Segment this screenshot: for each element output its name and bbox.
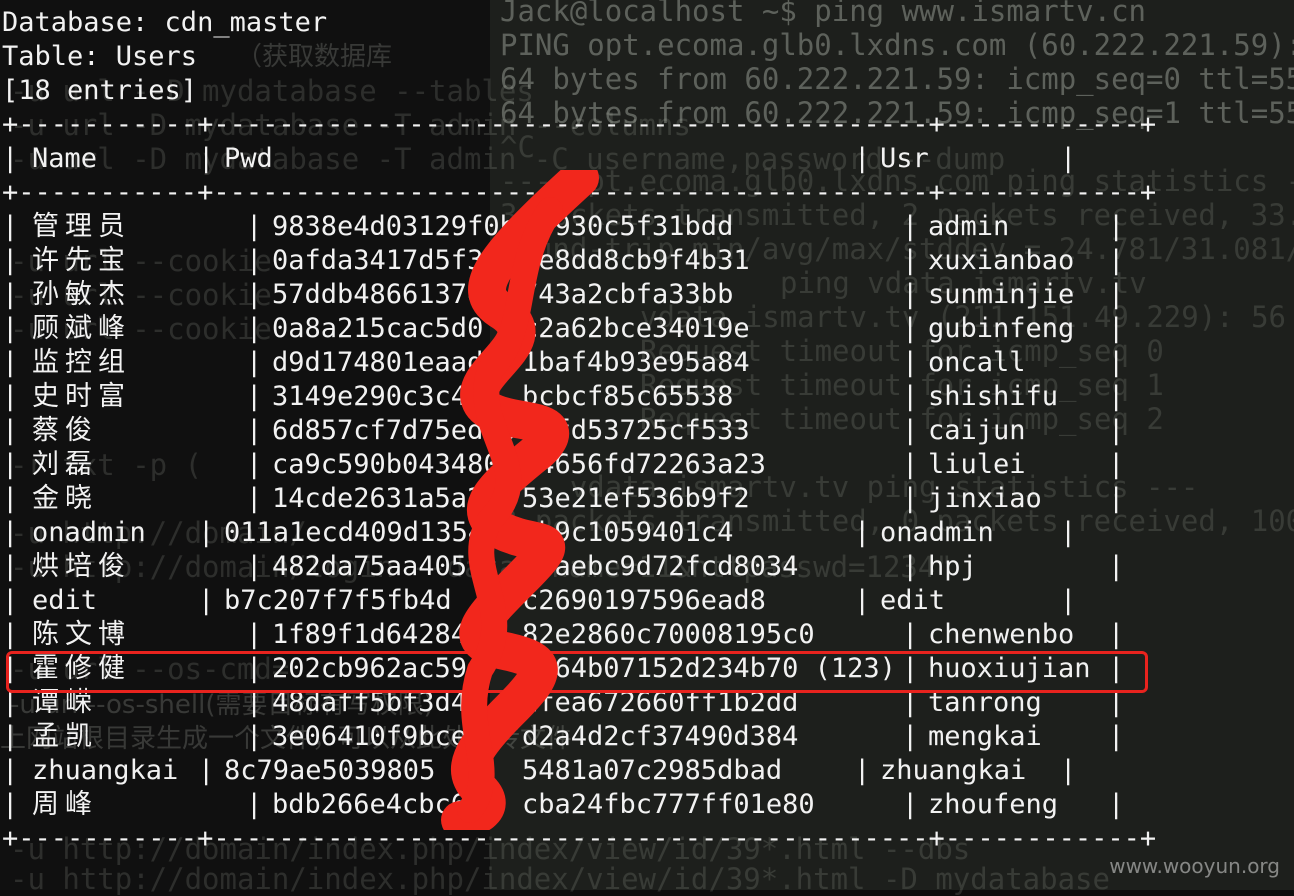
table-row: | 史时富 | 3149e290c3c4c bcbcf85c65538 | shishifu… xyxy=(2,381,1125,412)
table-header-row: | Name | Pwd | Usr | xyxy=(2,143,1077,174)
cell-pwd-right: c2a62bce34019e xyxy=(522,313,750,344)
cell-name: 史时富 xyxy=(32,381,131,412)
column-header-usr: Usr xyxy=(880,143,929,174)
cell-pwd-right: 743a2cbfa33bb xyxy=(522,279,734,310)
cell-pwd-right: d2a4d2cf37490d384 xyxy=(522,721,799,752)
cell-pwd-left: 482da75aa405 xyxy=(272,551,468,582)
cell-pwd-right: 9b9c1059401c4 xyxy=(522,517,734,548)
cell-pwd-left: 14cde2631a5a21 xyxy=(272,483,500,514)
cell-name: zhuangkai xyxy=(32,755,179,786)
cell-pwd-left: 011a1ecd409d1354 xyxy=(224,517,485,548)
cell-pwd-right: e6aebc9d72fcd8034 xyxy=(522,551,799,582)
cell-usr: jinxiao xyxy=(928,483,1042,514)
cell-usr: mengkai xyxy=(928,721,1042,752)
table-row: | onadmin | 011a1ecd409d1354 9b9c1059401c4 | o… xyxy=(2,517,1077,548)
cell-pwd-left: 0a8a215cac5d0 xyxy=(272,313,484,344)
table-row: | 刘磊 | ca9c590b043480 34656fd72263a23 | liulei… xyxy=(2,449,1125,480)
cell-pwd-right: 34656fd72263a23 xyxy=(522,449,766,480)
wooyun-watermark: www.wooyun.org xyxy=(1109,854,1280,878)
table-row: | edit | b7c207f7f5fb4d c2690197596ead8 | edit… xyxy=(2,585,1077,616)
cell-usr: gubinfeng xyxy=(928,313,1075,344)
table-line: Table: Users xyxy=(2,41,198,72)
cell-usr: zhoufeng xyxy=(928,789,1059,820)
cell-pwd-left: 1f89f1d64284 xyxy=(272,619,468,650)
cell-name: 金晓 xyxy=(32,483,98,514)
table-row: | 烘培俊 | 482da75aa405 e6aebc9d72fcd8034 | hpj | xyxy=(2,551,1125,582)
cell-pwd-right: bb930c5f31bdd xyxy=(522,211,734,242)
table-row: | 许先宝 | 0afda3417d5f30 8e8dd8cb9f4b31 | xuxian… xyxy=(2,245,1125,276)
cell-name: 烘培俊 xyxy=(32,551,131,582)
cell-pwd-left: 6d857cf7d75edd8 xyxy=(272,415,516,446)
cell-pwd-right: c2690197596ead8 xyxy=(522,585,766,616)
cell-usr: shishifu xyxy=(928,381,1059,412)
table-border-top: +-----------+---------------------------… xyxy=(2,109,1157,140)
bg-doc-title: （获取数据库 xyxy=(236,42,393,72)
cell-pwd-right: bcbcf85c65538 xyxy=(522,381,734,412)
highlighted-row-box xyxy=(6,651,1148,693)
cell-usr: admin xyxy=(928,211,1010,242)
cell-usr: chenwenbo xyxy=(928,619,1075,650)
table-row: | 监控组 | d9d174801eaad 1baf4b93e95a84 | oncall | xyxy=(2,347,1125,378)
table-row: | 蔡俊 | 6d857cf7d75edd8 eefd53725cf533 | caijun… xyxy=(2,415,1125,446)
cell-name: 管理员 xyxy=(32,211,131,242)
cell-pwd-right: 82e2860c70008195c0 xyxy=(522,619,815,650)
cell-usr: oncall xyxy=(928,347,1026,378)
cell-name: 孟凯 xyxy=(32,721,98,752)
cell-usr: caijun xyxy=(928,415,1026,446)
table-row: | 孟凯 | 3e06410f9bce d2a4d2cf37490d384 | mengka… xyxy=(2,721,1125,752)
cell-name: 孙敏杰 xyxy=(32,279,131,310)
cell-pwd-right: 1baf4b93e95a84 xyxy=(522,347,750,378)
bg-prompt: Jack@localhost ~$ ping www.ismartv.cn xyxy=(500,0,1147,28)
cell-pwd-right: cba24fbc777ff01e80 xyxy=(522,789,815,820)
cell-pwd-left: bdb266e4cbc6 xyxy=(272,789,468,820)
cell-pwd-left: b7c207f7f5fb4d xyxy=(224,585,452,616)
cell-name: onadmin xyxy=(32,517,146,548)
cell-pwd-left: 3149e290c3c4c xyxy=(272,381,484,412)
table-border-bottom: +-----------+---------------------------… xyxy=(2,823,1157,854)
cell-pwd-left: 3e06410f9bce xyxy=(272,721,468,752)
cell-usr: zhuangkai xyxy=(880,755,1027,786)
cell-name: 刘磊 xyxy=(32,449,98,480)
column-header-pwd: Pwd xyxy=(224,143,273,174)
cell-pwd-right: 53e21ef536b9f2 xyxy=(522,483,750,514)
table-row: | zhuangkai | 8c79ae5039805 5481a07c2985dbad… xyxy=(2,755,1077,786)
cell-pwd-left: d9d174801eaad xyxy=(272,347,484,378)
cell-name: 陈文博 xyxy=(32,619,131,650)
bg-reply-1: 64 bytes from 60.222.221.59: icmp_seq=0 … xyxy=(500,62,1294,96)
cell-pwd-left: 8c79ae5039805 xyxy=(224,755,436,786)
cell-pwd-left: 0afda3417d5f30 xyxy=(272,245,500,276)
cell-name: 监控组 xyxy=(32,347,131,378)
cell-pwd-left: 9838e4d03129f0b xyxy=(272,211,516,242)
cell-usr: sunminjie xyxy=(928,279,1075,310)
table-row: | 周峰 | bdb266e4cbc6 cba24fbc777ff01e80 | zhouf… xyxy=(2,789,1125,820)
cell-usr: liulei xyxy=(928,449,1026,480)
cell-pwd-left: 57ddb4866137d xyxy=(272,279,484,310)
bg-cmd-11: -u http://domain/index.php/index/view/id… xyxy=(10,862,1110,896)
table-row: | 管理员 | 9838e4d03129f0b bb930c5f31bdd | admin | xyxy=(2,211,1125,242)
cell-name: 许先宝 xyxy=(32,245,131,276)
database-line: Database: cdn_master xyxy=(2,7,328,38)
bg-ping-line: PING opt.ecoma.glb0.lxdns.com (60.222.22… xyxy=(500,28,1294,62)
cell-usr: onadmin xyxy=(880,517,994,548)
table-row: | 陈文博 | 1f89f1d64284 82e2860c70008195c0 | chen… xyxy=(2,619,1125,650)
cell-pwd-right: eefd53725cf533 xyxy=(522,415,750,446)
cell-name: 蔡俊 xyxy=(32,415,98,446)
cell-name: edit xyxy=(32,585,98,616)
cell-usr: hpj xyxy=(928,551,977,582)
table-row: | 顾斌峰 | 0a8a215cac5d0 c2a62bce34019e | gubinfe… xyxy=(2,313,1125,344)
cell-name: 周峰 xyxy=(32,789,98,820)
entries-line: [18 entries] xyxy=(2,75,198,106)
table-border-header: +-----------+---------------------------… xyxy=(2,177,1157,208)
cell-usr: xuxianbao xyxy=(928,245,1075,276)
cell-usr: edit xyxy=(880,585,946,616)
cell-name: 顾斌峰 xyxy=(32,313,131,344)
cell-pwd-right: 8e8dd8cb9f4b31 xyxy=(522,245,750,276)
cell-pwd-right: 5481a07c2985dbad xyxy=(522,755,783,786)
column-header-name: Name xyxy=(32,143,98,174)
cell-pwd-left: ca9c590b043480 xyxy=(272,449,500,480)
table-row: | 金晓 | 14cde2631a5a21 53e21ef536b9f2 | jinxiao… xyxy=(2,483,1125,514)
table-row: | 孙敏杰 | 57ddb4866137d 743a2cbfa33bb | sunminji… xyxy=(2,279,1125,310)
